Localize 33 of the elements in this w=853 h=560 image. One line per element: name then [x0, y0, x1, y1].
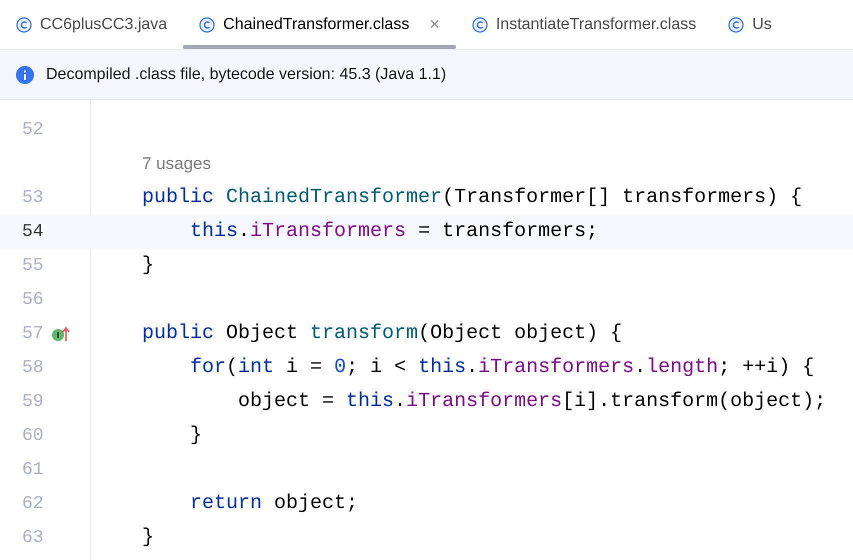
- line-number: 59: [22, 390, 44, 414]
- line-number: 54: [22, 220, 44, 244]
- code-line: public ChainedTransformer(Transformer[] transformers) {: [142, 185, 802, 211]
- code-line: object = this.iTransformers[i].transform(object);: [238, 389, 826, 415]
- editor-tab[interactable]: CC6plusCC3.java: [0, 0, 184, 49]
- class-icon: [728, 16, 744, 32]
- class-icon: [16, 16, 32, 32]
- code-line: }: [142, 525, 154, 551]
- line-number: 63: [22, 526, 44, 550]
- line-number: 55: [22, 254, 44, 278]
- usages-hint[interactable]: 7 usages: [142, 151, 211, 177]
- code-line: }: [190, 423, 202, 449]
- info-icon: [16, 66, 34, 84]
- code-line: return object;: [190, 491, 358, 517]
- line-number: 58: [22, 356, 44, 380]
- line-number: 56: [22, 288, 44, 312]
- code-line: public Object transform(Object object) {: [142, 321, 622, 347]
- implements-marker-icon[interactable]: [50, 326, 72, 342]
- line-number: 57: [22, 322, 44, 346]
- class-icon: [199, 16, 216, 32]
- editor-tab[interactable]: ChainedTransformer.class ×: [183, 0, 456, 49]
- editor-tab[interactable]: Us: [712, 0, 788, 49]
- class-icon: [472, 16, 488, 32]
- line-number: 62: [22, 492, 44, 516]
- line-number: 61: [22, 458, 44, 482]
- code-line: for(int i = 0; i < this.iTransformers.length; ++i) {: [190, 355, 814, 381]
- line-number: 60: [22, 424, 44, 448]
- editor-tab[interactable]: InstantiateTransformer.class: [456, 0, 712, 49]
- banner-text: Decompiled .class file, bytecode version: 45.3 (Java 1.1): [46, 64, 446, 84]
- code-line: this.iTransformers = transformers;: [190, 219, 598, 245]
- line-number: 52: [22, 118, 44, 142]
- code-line: }: [142, 253, 154, 279]
- line-number: 53: [22, 186, 44, 210]
